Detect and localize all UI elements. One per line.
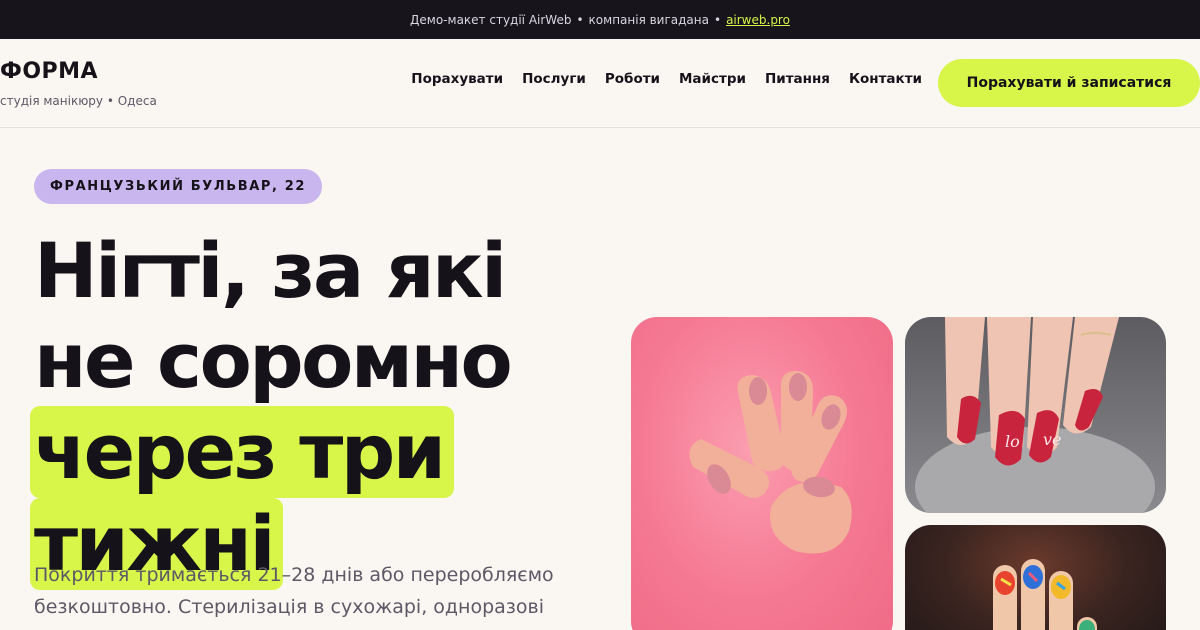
book-button[interactable]: Порахувати й записатися (938, 59, 1200, 107)
headline-line: Нігті, за які (34, 226, 507, 315)
logo[interactable]: ФОРМА (0, 59, 98, 84)
love-nails-photo: lo ve (905, 317, 1166, 513)
nails-illustration (993, 559, 1097, 630)
headline-highlight: через три (30, 406, 454, 498)
site-header: ФОРМА студія манікюру • Одеса Порахувати… (0, 39, 1200, 128)
svg-text:ve: ve (1043, 430, 1062, 449)
airweb-link[interactable]: airweb.pro (726, 13, 790, 27)
nav-link-works[interactable]: Роботи (605, 71, 660, 87)
nav-link-masters[interactable]: Майстри (679, 71, 746, 87)
nav-link-services[interactable]: Послуги (522, 71, 586, 87)
separator: • (713, 12, 722, 27)
nav-link-contacts[interactable]: Контакти (849, 71, 922, 87)
nails-illustration (689, 371, 852, 554)
nav-link-faq[interactable]: Питання (765, 71, 830, 87)
main-nav: Порахувати Послуги Роботи Майстри Питанн… (411, 71, 922, 87)
logo-subtitle: студія манікюру • Одеса (0, 94, 157, 108)
separator: • (576, 12, 584, 27)
svg-text:lo: lo (1005, 432, 1020, 451)
demo-banner-note: компанія вигадана (588, 12, 709, 27)
demo-banner: Демо-макет студії AirWeb • компанія вига… (0, 0, 1200, 39)
hero-description: Покриття тримається 21–28 днів або перер… (34, 564, 554, 618)
nails-illustration: lo ve (915, 317, 1155, 513)
colorful-nails-photo (905, 525, 1166, 630)
address-badge: ФРАНЦУЗЬКИЙ БУЛЬВАР, 22 (34, 169, 322, 204)
nav-link-calculate[interactable]: Порахувати (411, 71, 503, 87)
hero-headline: Нігті, за які не соромно через три тижні (30, 226, 634, 590)
pink-nails-photo (631, 317, 893, 630)
headline-line: не соромно (34, 316, 513, 405)
demo-banner-text: Демо-макет студії AirWeb (410, 12, 572, 27)
